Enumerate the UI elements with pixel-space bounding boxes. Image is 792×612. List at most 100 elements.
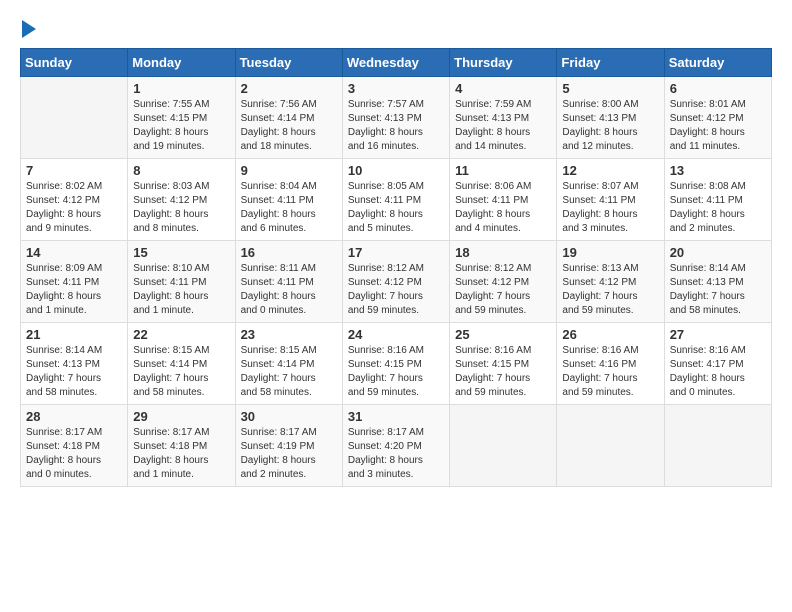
day-number: 8 xyxy=(133,163,229,178)
day-number: 16 xyxy=(241,245,337,260)
calendar-cell: 12Sunrise: 8:07 AM Sunset: 4:11 PM Dayli… xyxy=(557,159,664,241)
calendar-cell: 16 Sunrise: 8:11 AM Sunset: 4:11 PM Dayli… xyxy=(235,241,342,323)
calendar-cell: 19Sunrise: 8:13 AM Sunset: 4:12 PM Dayli… xyxy=(557,241,664,323)
cell-info: Sunrise: 7:55 AM Sunset: 4:15 PM Dayligh… xyxy=(133,98,229,154)
calendar-body: 1 Sunrise: 7:55 AM Sunset: 4:15 PM Daylig… xyxy=(21,77,772,487)
calendar-week-row: 28 Sunrise: 8:17 AM Sunset: 4:18 PM Dayli… xyxy=(21,405,772,487)
cell-info: Sunrise: 8:06 AM Sunset: 4:11 PM Dayligh… xyxy=(455,180,551,236)
cell-info: Sunrise: 8:15 AM Sunset: 4:14 PM Dayligh… xyxy=(241,344,337,400)
day-number: 3 xyxy=(348,81,444,96)
calendar-cell: 22 Sunrise: 8:15 AM Sunset: 4:14 PM Dayli… xyxy=(128,323,235,405)
day-number: 9 xyxy=(241,163,337,178)
day-number: 29 xyxy=(133,409,229,424)
cell-info: Sunrise: 8:16 AM Sunset: 4:15 PM Dayligh… xyxy=(455,344,551,400)
day-number: 23 xyxy=(241,327,337,342)
cell-info: Sunrise: 8:03 AM Sunset: 4:12 PM Dayligh… xyxy=(133,180,229,236)
day-number: 6 xyxy=(670,81,766,96)
day-number: 4 xyxy=(455,81,551,96)
cell-info: Sunrise: 7:59 AM Sunset: 4:13 PM Dayligh… xyxy=(455,98,551,154)
calendar-cell: 29 Sunrise: 8:17 AM Sunset: 4:18 PM Dayli… xyxy=(128,405,235,487)
cell-info: Sunrise: 8:17 AM Sunset: 4:20 PM Dayligh… xyxy=(348,426,444,482)
day-number: 7 xyxy=(26,163,122,178)
calendar-week-row: 21 Sunrise: 8:14 AM Sunset: 4:13 PM Dayli… xyxy=(21,323,772,405)
cell-info: Sunrise: 8:17 AM Sunset: 4:18 PM Dayligh… xyxy=(26,426,122,482)
calendar-cell xyxy=(450,405,557,487)
cell-info: Sunrise: 8:15 AM Sunset: 4:14 PM Dayligh… xyxy=(133,344,229,400)
cell-info: Sunrise: 8:16 AM Sunset: 4:17 PM Dayligh… xyxy=(670,344,766,400)
cell-info: Sunrise: 8:17 AM Sunset: 4:18 PM Dayligh… xyxy=(133,426,229,482)
day-number: 13 xyxy=(670,163,766,178)
day-number: 30 xyxy=(241,409,337,424)
calendar-day-header: Friday xyxy=(557,49,664,77)
cell-info: Sunrise: 8:00 AM Sunset: 4:13 PM Dayligh… xyxy=(562,98,658,154)
calendar-cell: 27 Sunrise: 8:16 AM Sunset: 4:17 PM Dayli… xyxy=(664,323,771,405)
calendar-cell: 20 Sunrise: 8:14 AM Sunset: 4:13 PM Dayli… xyxy=(664,241,771,323)
calendar-cell: 25 Sunrise: 8:16 AM Sunset: 4:15 PM Dayli… xyxy=(450,323,557,405)
calendar-header-row: SundayMondayTuesdayWednesdayThursdayFrid… xyxy=(21,49,772,77)
calendar-cell xyxy=(21,77,128,159)
logo-arrow-icon xyxy=(22,20,36,38)
cell-info: Sunrise: 8:12 AM Sunset: 4:12 PM Dayligh… xyxy=(348,262,444,318)
cell-info: Sunrise: 8:02 AM Sunset: 4:12 PM Dayligh… xyxy=(26,180,122,236)
calendar-cell: 3 Sunrise: 7:57 AM Sunset: 4:13 PM Daylig… xyxy=(342,77,449,159)
cell-info: Sunrise: 7:57 AM Sunset: 4:13 PM Dayligh… xyxy=(348,98,444,154)
cell-info: Sunrise: 8:14 AM Sunset: 4:13 PM Dayligh… xyxy=(670,262,766,318)
calendar-day-header: Sunday xyxy=(21,49,128,77)
cell-info: Sunrise: 8:10 AM Sunset: 4:11 PM Dayligh… xyxy=(133,262,229,318)
logo xyxy=(20,20,36,38)
calendar-cell: 31 Sunrise: 8:17 AM Sunset: 4:20 PM Dayli… xyxy=(342,405,449,487)
day-number: 2 xyxy=(241,81,337,96)
calendar-day-header: Saturday xyxy=(664,49,771,77)
calendar-cell: 6 Sunrise: 8:01 AM Sunset: 4:12 PM Daylig… xyxy=(664,77,771,159)
cell-info: Sunrise: 8:16 AM Sunset: 4:15 PM Dayligh… xyxy=(348,344,444,400)
calendar-cell: 15 Sunrise: 8:10 AM Sunset: 4:11 PM Dayli… xyxy=(128,241,235,323)
calendar-cell: 11 Sunrise: 8:06 AM Sunset: 4:11 PM Dayli… xyxy=(450,159,557,241)
calendar-cell: 5Sunrise: 8:00 AM Sunset: 4:13 PM Daylig… xyxy=(557,77,664,159)
day-number: 31 xyxy=(348,409,444,424)
day-number: 28 xyxy=(26,409,122,424)
cell-info: Sunrise: 8:01 AM Sunset: 4:12 PM Dayligh… xyxy=(670,98,766,154)
calendar-cell: 24 Sunrise: 8:16 AM Sunset: 4:15 PM Dayli… xyxy=(342,323,449,405)
calendar-cell: 18Sunrise: 8:12 AM Sunset: 4:12 PM Dayli… xyxy=(450,241,557,323)
calendar-cell: 10 Sunrise: 8:05 AM Sunset: 4:11 PM Dayli… xyxy=(342,159,449,241)
calendar-day-header: Tuesday xyxy=(235,49,342,77)
calendar-cell: 9Sunrise: 8:04 AM Sunset: 4:11 PM Daylig… xyxy=(235,159,342,241)
day-number: 20 xyxy=(670,245,766,260)
cell-info: Sunrise: 8:14 AM Sunset: 4:13 PM Dayligh… xyxy=(26,344,122,400)
calendar-cell: 30Sunrise: 8:17 AM Sunset: 4:19 PM Dayli… xyxy=(235,405,342,487)
calendar-cell: 1 Sunrise: 7:55 AM Sunset: 4:15 PM Daylig… xyxy=(128,77,235,159)
day-number: 1 xyxy=(133,81,229,96)
day-number: 18 xyxy=(455,245,551,260)
calendar-week-row: 14Sunrise: 8:09 AM Sunset: 4:11 PM Dayli… xyxy=(21,241,772,323)
day-number: 27 xyxy=(670,327,766,342)
calendar-week-row: 1 Sunrise: 7:55 AM Sunset: 4:15 PM Daylig… xyxy=(21,77,772,159)
day-number: 24 xyxy=(348,327,444,342)
day-number: 26 xyxy=(562,327,658,342)
page-header xyxy=(20,20,772,38)
calendar-cell: 28 Sunrise: 8:17 AM Sunset: 4:18 PM Dayli… xyxy=(21,405,128,487)
calendar-day-header: Thursday xyxy=(450,49,557,77)
calendar-cell: 2Sunrise: 7:56 AM Sunset: 4:14 PM Daylig… xyxy=(235,77,342,159)
cell-info: Sunrise: 8:05 AM Sunset: 4:11 PM Dayligh… xyxy=(348,180,444,236)
day-number: 11 xyxy=(455,163,551,178)
calendar-cell xyxy=(557,405,664,487)
day-number: 15 xyxy=(133,245,229,260)
day-number: 10 xyxy=(348,163,444,178)
cell-info: Sunrise: 8:09 AM Sunset: 4:11 PM Dayligh… xyxy=(26,262,122,318)
calendar-week-row: 7 Sunrise: 8:02 AM Sunset: 4:12 PM Daylig… xyxy=(21,159,772,241)
calendar-cell: 7 Sunrise: 8:02 AM Sunset: 4:12 PM Daylig… xyxy=(21,159,128,241)
calendar-day-header: Wednesday xyxy=(342,49,449,77)
day-number: 22 xyxy=(133,327,229,342)
calendar-cell: 26 Sunrise: 8:16 AM Sunset: 4:16 PM Dayli… xyxy=(557,323,664,405)
cell-info: Sunrise: 8:11 AM Sunset: 4:11 PM Dayligh… xyxy=(241,262,337,318)
calendar-cell xyxy=(664,405,771,487)
calendar-cell: 8 Sunrise: 8:03 AM Sunset: 4:12 PM Daylig… xyxy=(128,159,235,241)
calendar-cell: 23 Sunrise: 8:15 AM Sunset: 4:14 PM Dayli… xyxy=(235,323,342,405)
calendar-cell: 4 Sunrise: 7:59 AM Sunset: 4:13 PM Daylig… xyxy=(450,77,557,159)
calendar-cell: 13Sunrise: 8:08 AM Sunset: 4:11 PM Dayli… xyxy=(664,159,771,241)
calendar-cell: 14Sunrise: 8:09 AM Sunset: 4:11 PM Dayli… xyxy=(21,241,128,323)
calendar-table: SundayMondayTuesdayWednesdayThursdayFrid… xyxy=(20,48,772,487)
day-number: 21 xyxy=(26,327,122,342)
cell-info: Sunrise: 8:16 AM Sunset: 4:16 PM Dayligh… xyxy=(562,344,658,400)
day-number: 25 xyxy=(455,327,551,342)
